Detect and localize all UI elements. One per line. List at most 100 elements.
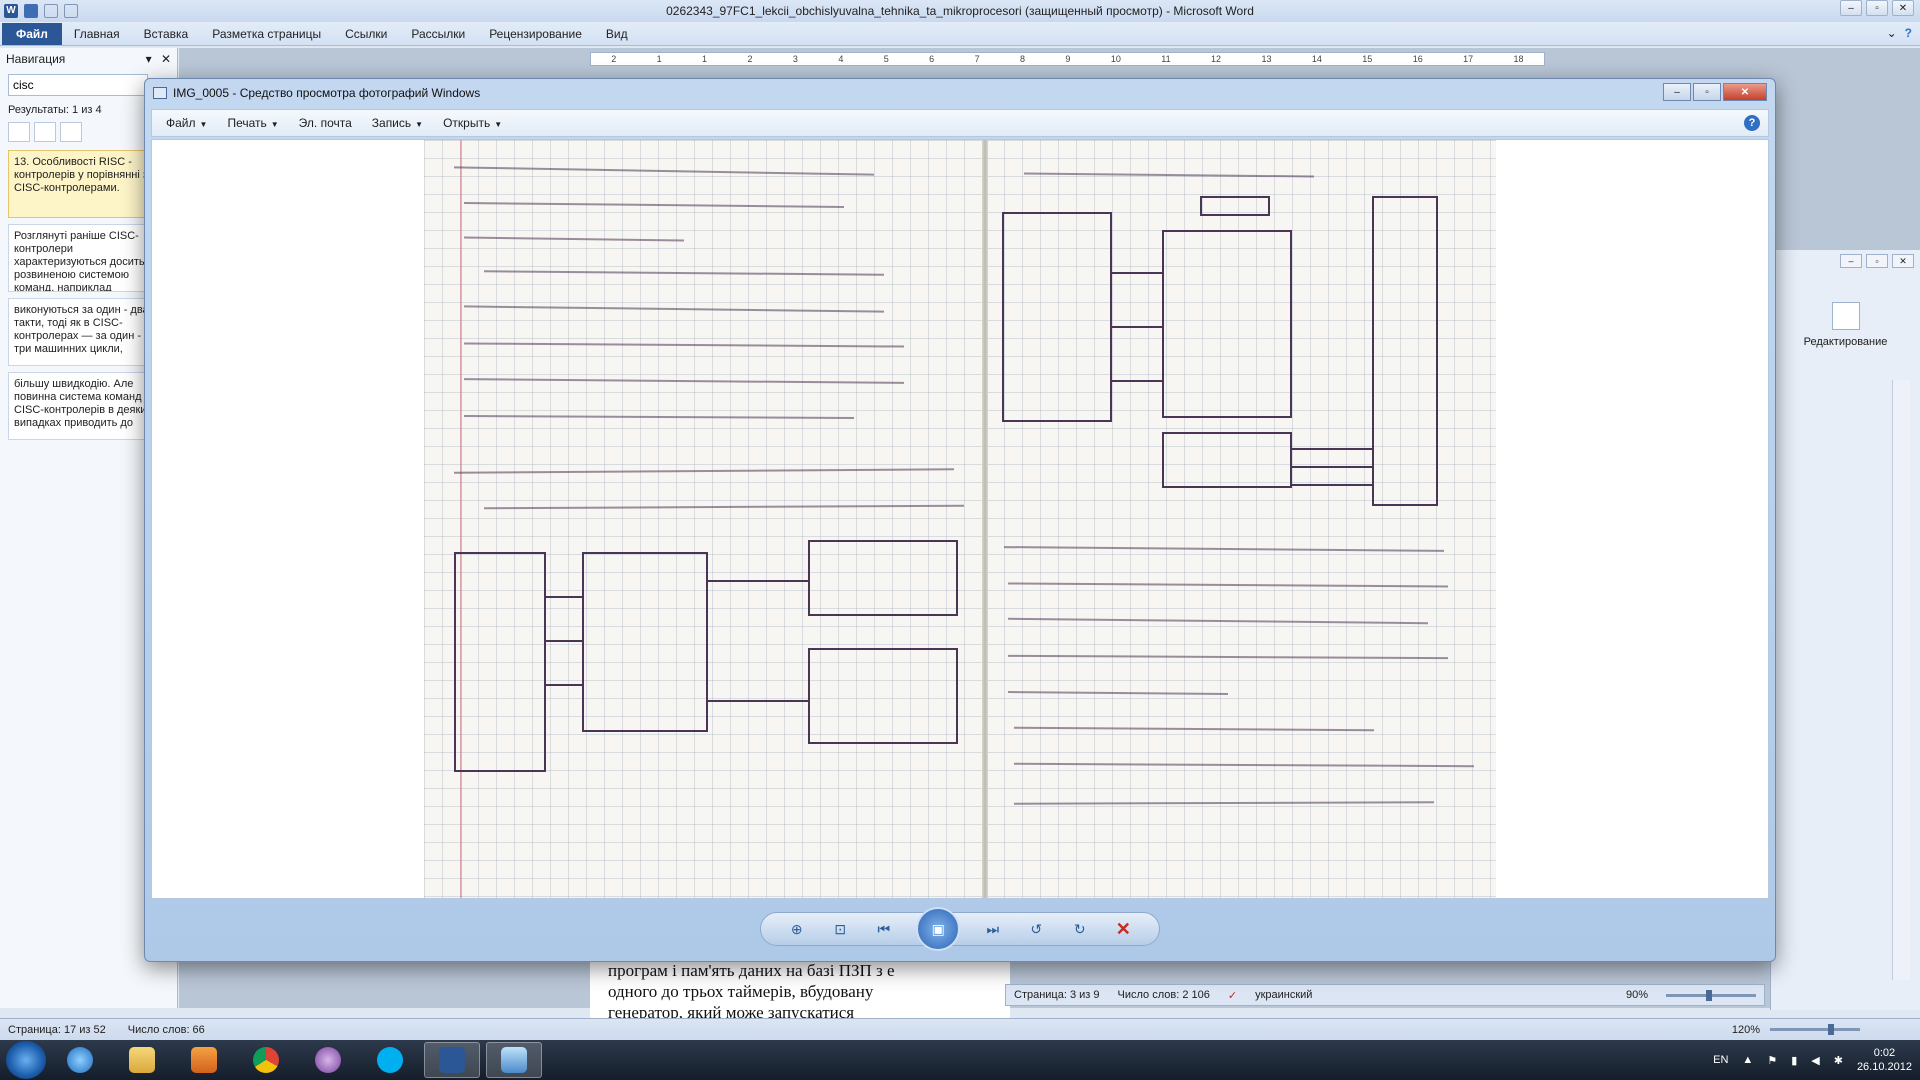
taskbar-internet-explorer[interactable]: [52, 1042, 108, 1078]
bluetooth-icon[interactable]: ✱: [1834, 1054, 1843, 1067]
rotate-left-icon[interactable]: ↺: [1025, 918, 1047, 940]
taskbar-chrome[interactable]: [238, 1042, 294, 1078]
ruler-mark: 17: [1463, 54, 1474, 64]
help-icon[interactable]: ?: [1744, 115, 1760, 131]
windows-taskbar: EN ▲ ⚑ ▮ ◀ ✱ 0:02 26.10.2012: [0, 1040, 1920, 1080]
diagram-box-interface-block: [582, 552, 708, 732]
browse-headings-icon[interactable]: [8, 122, 30, 142]
taskbar-photo-viewer[interactable]: [486, 1042, 542, 1078]
search-result-item[interactable]: 13. Особливості RISC - контролерів у пор…: [8, 150, 158, 218]
navigation-search-input[interactable]: [8, 74, 148, 96]
browse-results-icon[interactable]: [60, 122, 82, 142]
ruler-mark: 16: [1412, 54, 1423, 64]
inner-status-bar: Страница: 3 из 9 Число слов: 2 106 ✓ укр…: [1005, 984, 1765, 1006]
media-player-icon: [191, 1047, 217, 1073]
maximize-button[interactable]: ▫: [1693, 83, 1721, 101]
zoom-level[interactable]: 120%: [1732, 1024, 1760, 1036]
show-hidden-icons-icon[interactable]: ▲: [1742, 1054, 1753, 1066]
ruler-mark: 18: [1513, 54, 1524, 64]
start-button[interactable]: [6, 1041, 46, 1079]
internet-explorer-icon: [67, 1047, 93, 1073]
close-pane-icon[interactable]: ✕: [161, 52, 171, 66]
browse-pages-icon[interactable]: [34, 122, 56, 142]
tab-mailings[interactable]: Рассылки: [399, 27, 477, 41]
ribbon-tabs: Файл Главная Вставка Разметка страницы С…: [0, 22, 1920, 46]
diagram-connector: [708, 700, 808, 702]
slideshow-icon[interactable]: ▣: [916, 907, 961, 951]
save-icon[interactable]: [24, 4, 38, 18]
minimize-button[interactable]: –: [1840, 0, 1862, 16]
maximize-button[interactable]: ▫: [1866, 254, 1888, 268]
photo-canvas[interactable]: [151, 139, 1769, 899]
undo-icon[interactable]: [44, 4, 58, 18]
close-button[interactable]: ✕: [1892, 254, 1914, 268]
menu-print[interactable]: Печать ▼: [227, 116, 278, 130]
taskbar-word[interactable]: [424, 1042, 480, 1078]
network-icon[interactable]: ▮: [1791, 1054, 1797, 1067]
taskbar-media-player[interactable]: [176, 1042, 232, 1078]
volume-icon[interactable]: ◀: [1811, 1054, 1819, 1067]
taskbar-skype[interactable]: [362, 1042, 418, 1078]
tab-file[interactable]: Файл: [2, 22, 62, 45]
photo-viewer-icon: [153, 87, 167, 99]
zoom-level[interactable]: 90%: [1626, 989, 1648, 1001]
action-center-icon[interactable]: ⚑: [1767, 1054, 1777, 1067]
menu-open[interactable]: Открыть ▼: [443, 116, 502, 130]
redo-icon[interactable]: [64, 4, 78, 18]
document-page[interactable]: програм і пам'ять даних на базі ПЗП з е …: [590, 958, 1010, 1018]
delete-icon[interactable]: ✕: [1112, 918, 1134, 940]
taskbar-app[interactable]: [300, 1042, 356, 1078]
maximize-button[interactable]: ▫: [1866, 0, 1888, 16]
language-indicator[interactable]: украинский: [1255, 989, 1312, 1001]
menu-email[interactable]: Эл. почта: [299, 116, 352, 130]
search-result-item[interactable]: Розглянуті раніше CISC-контролери характ…: [8, 224, 158, 292]
word-window-title: 0262343_97FC1_lekcii_obchislyuvalna_tehn…: [666, 4, 1254, 18]
rotate-right-icon[interactable]: ↻: [1069, 918, 1091, 940]
ruler-mark: 1: [656, 54, 662, 64]
diagram-connector: [1112, 380, 1162, 382]
diagram-box-control-unit: [808, 648, 958, 744]
previous-icon[interactable]: ⏮: [873, 918, 895, 940]
chrome-icon: [253, 1047, 279, 1073]
word-count[interactable]: Число слов: 2 106: [1118, 989, 1210, 1001]
zoom-icon[interactable]: ⊕: [786, 918, 808, 940]
clock-date: 26.10.2012: [1856, 1061, 1912, 1073]
vertical-scrollbar[interactable]: [1892, 380, 1910, 980]
close-button[interactable]: ✕: [1892, 0, 1914, 16]
taskbar-explorer[interactable]: [114, 1042, 170, 1078]
dropdown-arrow-icon[interactable]: ▾: [146, 52, 152, 66]
search-result-item[interactable]: виконуються за один - два такти, тоді як…: [8, 298, 158, 366]
word-app-icon[interactable]: W: [4, 4, 18, 18]
minimize-button[interactable]: –: [1663, 83, 1691, 101]
tab-page-layout[interactable]: Разметка страницы: [200, 27, 333, 41]
zoom-slider[interactable]: [1666, 989, 1756, 1001]
word-count[interactable]: Число слов: 66: [128, 1024, 205, 1036]
page-indicator[interactable]: Страница: 3 из 9: [1014, 989, 1100, 1001]
next-icon[interactable]: ⏭: [982, 918, 1004, 940]
tab-insert[interactable]: Вставка: [132, 27, 201, 41]
close-button[interactable]: ✕: [1723, 83, 1767, 101]
menu-label: Открыть: [443, 116, 491, 130]
spellcheck-icon[interactable]: ✓: [1228, 989, 1237, 1002]
menu-file[interactable]: Файл ▼: [166, 116, 207, 130]
search-result-item[interactable]: більшу швидкодію. Але повинна система ко…: [8, 372, 158, 440]
tab-review[interactable]: Рецензирование: [477, 27, 594, 41]
tab-view[interactable]: Вид: [594, 27, 640, 41]
editing-button[interactable]: Редактирование: [1771, 302, 1920, 348]
page-indicator[interactable]: Страница: 17 из 52: [8, 1024, 106, 1036]
zoom-slider[interactable]: [1770, 1024, 1860, 1035]
actual-size-icon[interactable]: ⊡: [829, 918, 851, 940]
minimize-button[interactable]: –: [1840, 254, 1862, 268]
language-indicator[interactable]: EN: [1713, 1054, 1728, 1066]
diagram-connector: [1292, 448, 1372, 450]
chevron-down-icon[interactable]: ⌄: [1887, 26, 1897, 40]
horizontal-ruler[interactable]: 2 1 1 2 3 4 5 6 7 8 9 10 11 12 13 14 15 …: [590, 52, 1545, 66]
main-status-bar: Страница: 17 из 52 Число слов: 66 120%: [0, 1018, 1920, 1040]
notebook-photo: [424, 140, 1496, 898]
clock[interactable]: 0:02 26.10.2012: [1857, 1046, 1912, 1074]
tab-home[interactable]: Главная: [62, 27, 132, 41]
tab-references[interactable]: Ссылки: [333, 27, 399, 41]
help-icon[interactable]: ?: [1905, 26, 1912, 40]
menu-burn[interactable]: Запись ▼: [372, 116, 423, 130]
diagram-connector: [546, 684, 582, 686]
